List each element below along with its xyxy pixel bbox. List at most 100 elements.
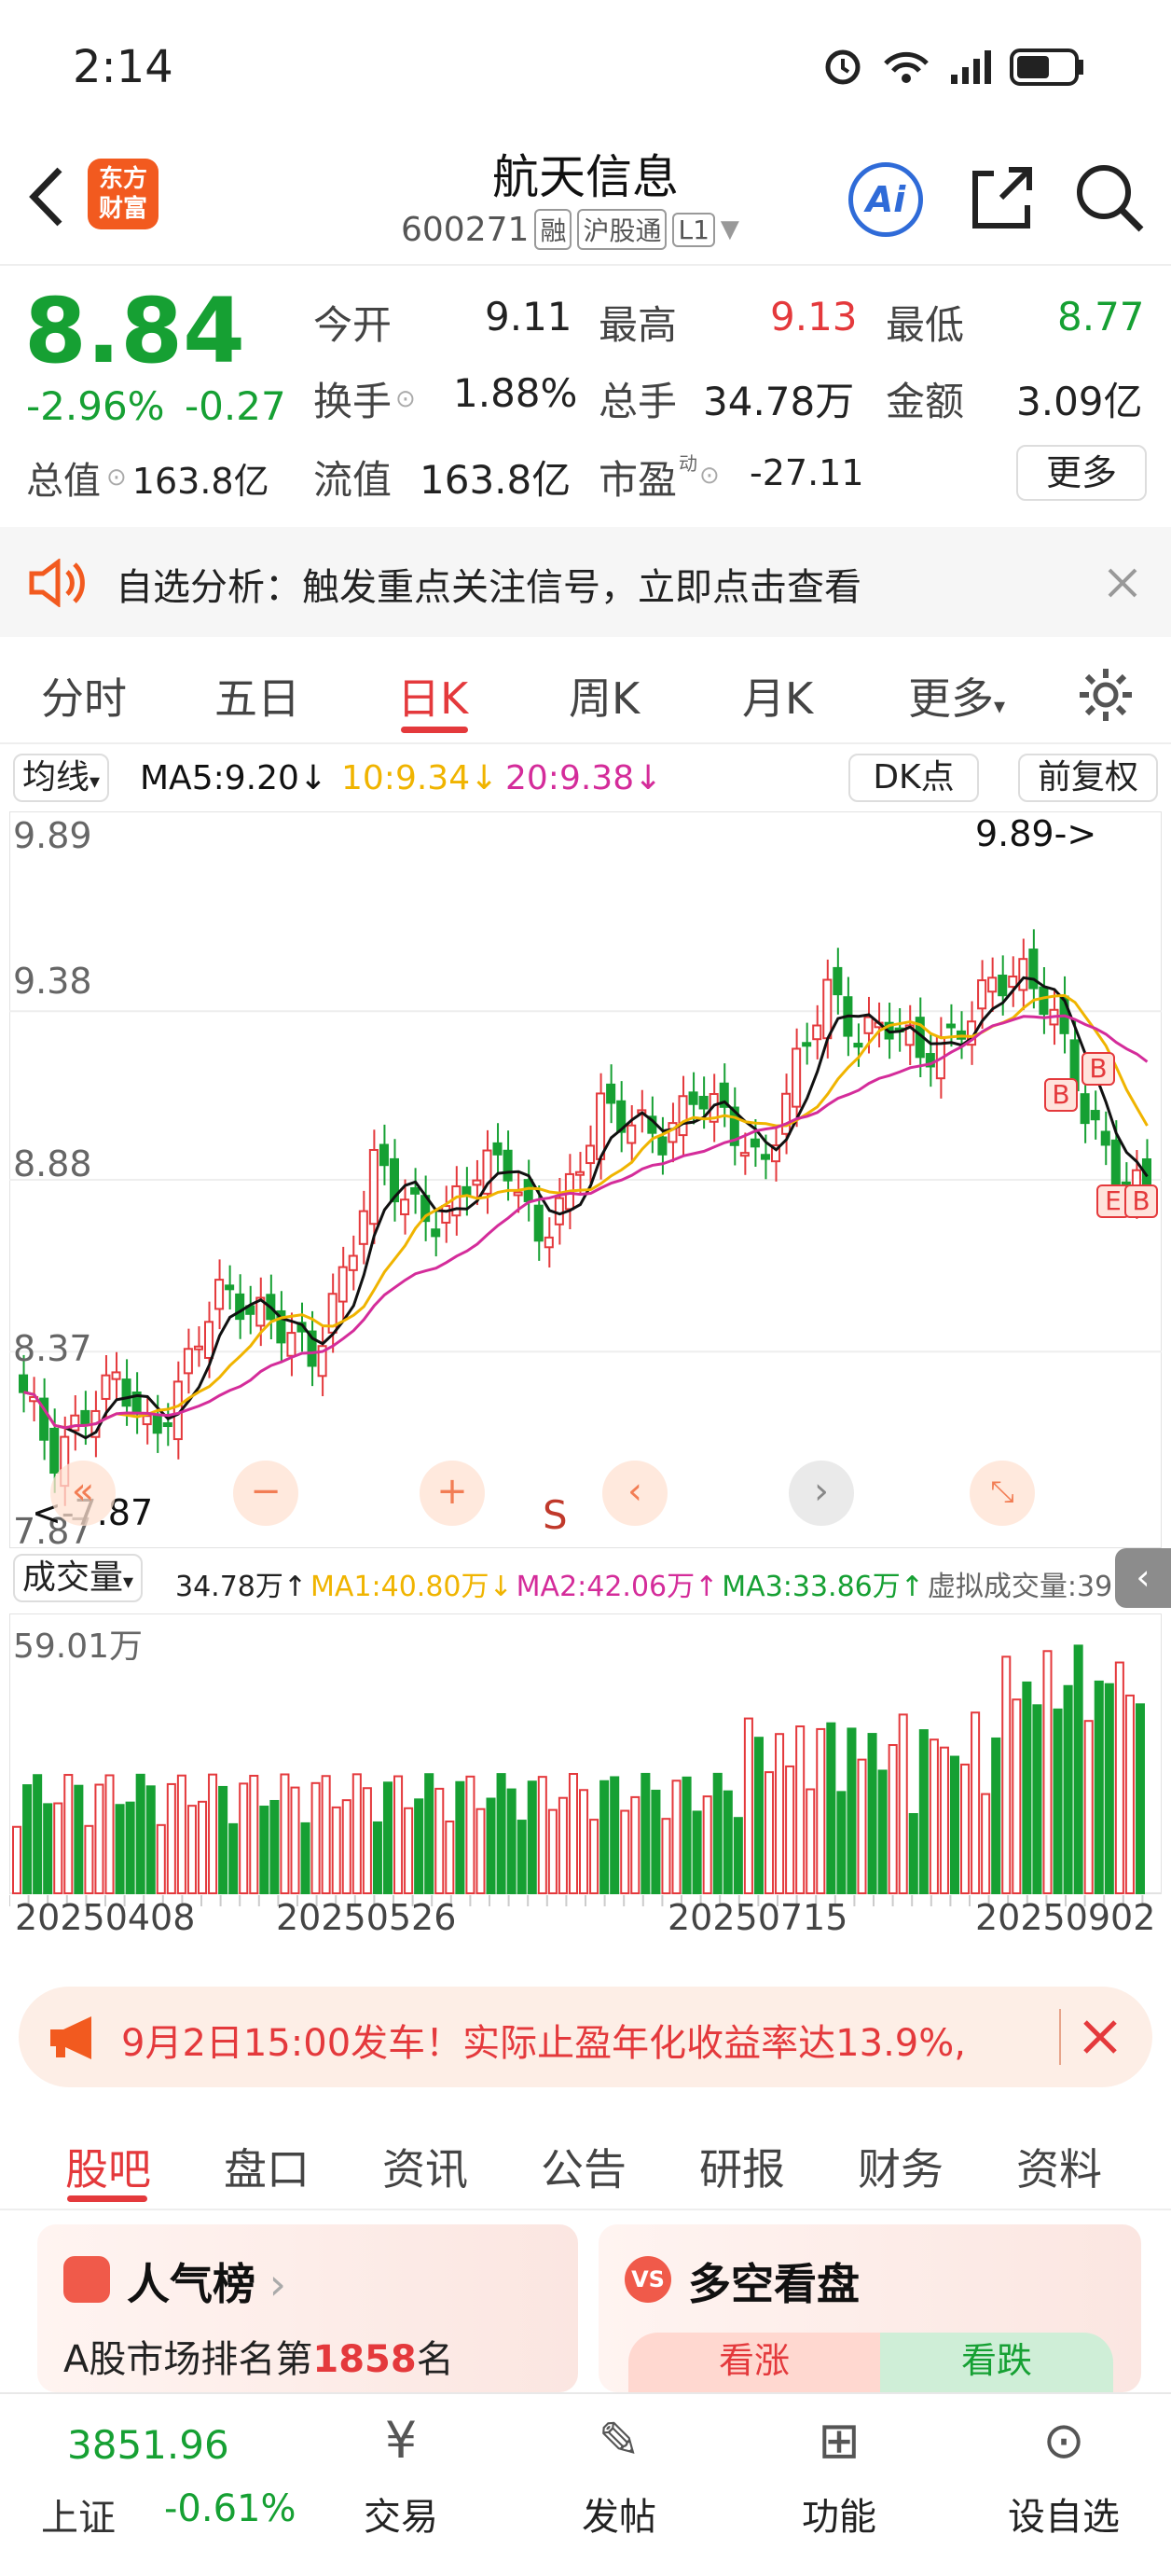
collapse-panel-icon[interactable]: ‹ xyxy=(1115,1548,1171,1608)
y-tick-4: 8.37 xyxy=(13,1328,92,1369)
candle xyxy=(410,1187,420,1195)
ma-legend-row: 均线▾ MA5:9.20↓ 10:9.34↓ 20:9.38↓ DK点 前复权 xyxy=(0,746,1171,811)
stock-code: 600271 xyxy=(401,210,530,249)
ma5-value: MA5:9.20↓ xyxy=(140,759,328,797)
tab-five-day[interactable]: 五日 xyxy=(214,665,300,727)
info-icon[interactable]: ⊙ xyxy=(106,464,127,492)
volume-bar xyxy=(857,1758,867,1894)
tab-weekly-k[interactable]: 周K xyxy=(569,665,640,727)
volume-bar xyxy=(43,1803,53,1894)
prev-icon[interactable]: ‹ xyxy=(602,1461,668,1526)
buy-marker[interactable]: B xyxy=(1044,1078,1078,1112)
volume-bar xyxy=(434,1787,445,1895)
close-icon[interactable] xyxy=(1106,566,1139,600)
buy-marker[interactable]: B xyxy=(1081,1052,1115,1086)
nav-add-watchlist[interactable]: ⊙ 设自选 xyxy=(994,2411,1134,2541)
volume-bar xyxy=(331,1806,341,1895)
yen-cycle-icon: ¥ xyxy=(384,2411,418,2470)
bear-button[interactable]: 看跌 xyxy=(880,2333,1113,2392)
info-icon[interactable]: ⊙ xyxy=(699,462,720,490)
promo-banner[interactable]: 9月2日15:00发车！实际止盈年化收益率达13.9%, xyxy=(19,1987,1152,2087)
volume-bar xyxy=(1135,1703,1145,1895)
volume-bar xyxy=(135,1773,145,1895)
volume-bar xyxy=(929,1738,939,1894)
tab-monthly-k[interactable]: 月K xyxy=(742,665,813,727)
next-icon[interactable]: › xyxy=(789,1461,854,1526)
candle xyxy=(358,1210,368,1245)
rank-text: A股市场排名第1858名 xyxy=(63,2329,454,2383)
kline-chart[interactable]: 9.89 9.38 8.88 8.37 7.87 9.89-> <-7.87 B… xyxy=(9,811,1162,1552)
volume-bar xyxy=(1042,1650,1053,1894)
candle xyxy=(781,1092,792,1135)
zoom-out-icon[interactable]: − xyxy=(233,1461,298,1526)
nav-functions[interactable]: ⊞ 功能 xyxy=(783,2411,895,2541)
volume-bar xyxy=(1104,1683,1114,1894)
tab-more[interactable]: 更多▾ xyxy=(908,665,1005,727)
candle xyxy=(203,1321,214,1359)
nav-post[interactable]: ✎ 发帖 xyxy=(563,2411,675,2541)
volume-bar xyxy=(239,1782,249,1894)
buy-marker[interactable]: B xyxy=(1124,1184,1158,1218)
tab-daily-k[interactable]: 日K xyxy=(397,665,468,727)
tab-finance[interactable]: 财务 xyxy=(858,2136,944,2197)
fullscreen-icon[interactable]: ⤡ xyxy=(970,1461,1035,1526)
tab-news[interactable]: 资讯 xyxy=(382,2136,468,2197)
rank-prefix: A股市场排名第 xyxy=(63,2338,313,2381)
volume-bar xyxy=(393,1775,404,1894)
y-tick-2: 9.38 xyxy=(13,961,92,1002)
scroll-left-fast-icon[interactable]: « xyxy=(50,1461,116,1526)
vol-ma2: MA2:42.06万↑ xyxy=(516,1571,719,1603)
volume-bar xyxy=(63,1774,74,1894)
tab-intraday[interactable]: 分时 xyxy=(41,665,127,727)
volume-bar xyxy=(228,1822,239,1894)
info-icon[interactable]: ⊙ xyxy=(395,385,416,413)
volume-bar xyxy=(465,1775,475,1894)
index-ticker[interactable]: 3851.96 上证 -0.61% xyxy=(15,2394,296,2576)
zoom-in-icon[interactable]: + xyxy=(420,1461,485,1526)
ma-selector[interactable]: 均线▾ xyxy=(13,754,110,802)
tab-announcements[interactable]: 公告 xyxy=(541,2136,627,2197)
volume-bar xyxy=(372,1821,382,1894)
volume-selector[interactable]: 成交量▾ xyxy=(13,1554,144,1602)
tab-profile[interactable]: 资料 xyxy=(1016,2136,1102,2197)
candle xyxy=(19,1374,29,1393)
nav-trade[interactable]: ¥ 交易 xyxy=(345,2411,457,2541)
caret-down-icon: ▾ xyxy=(123,1571,134,1594)
candle xyxy=(1080,1093,1090,1125)
date-label: 20250408 xyxy=(15,1897,196,1938)
volume-bar xyxy=(816,1727,826,1895)
search-icon[interactable] xyxy=(1072,160,1147,235)
volume-bar xyxy=(847,1727,857,1895)
nav-trade-label: 交易 xyxy=(364,2496,438,2539)
volume-bar xyxy=(424,1773,434,1895)
volume-bar xyxy=(579,1789,589,1894)
ai-button[interactable]: Ai xyxy=(848,162,923,237)
dk-point-button[interactable]: DK点 xyxy=(848,754,979,802)
popularity-card[interactable]: 人气榜 › A股市场排名第1858名 xyxy=(37,2224,578,2392)
bull-button[interactable]: 看涨 xyxy=(628,2333,880,2392)
amount-value: 3.09亿 xyxy=(1016,379,1143,424)
candle xyxy=(792,1047,802,1108)
volume-bar xyxy=(517,1820,527,1894)
sell-marker[interactable]: S xyxy=(543,1492,568,1538)
share-icon[interactable] xyxy=(966,162,1037,233)
tab-research[interactable]: 研报 xyxy=(699,2136,785,2197)
more-circle-icon: ⊙ xyxy=(1042,2411,1085,2470)
vol-ma1-text: MA1:40.80万 xyxy=(310,1571,489,1603)
bull-bear-card[interactable]: VS 多空看盘 看涨 看跌 xyxy=(599,2224,1141,2392)
tab-indicator xyxy=(401,727,468,733)
volume-bar xyxy=(568,1773,578,1894)
tab-pankou[interactable]: 盘口 xyxy=(224,2136,310,2197)
volume-bar xyxy=(104,1774,115,1894)
fuquan-button[interactable]: 前复权 xyxy=(1018,754,1158,802)
pe-label: 市盈 xyxy=(599,457,678,503)
notice-bar[interactable]: 自选分析：触发重点关注信号，立即点击查看 xyxy=(0,527,1171,637)
more-button[interactable]: 更多 xyxy=(1016,445,1147,501)
candle xyxy=(533,1204,544,1242)
tab-guba[interactable]: 股吧 xyxy=(65,2136,151,2197)
chevron-down-icon[interactable]: ▼ xyxy=(721,215,739,243)
vol-ma1: MA1:40.80万↓ xyxy=(310,1571,513,1603)
volume-legend: 34.78万↑ MA1:40.80万↓ MA2:42.06万↑ MA3:33.8… xyxy=(175,1563,1171,1604)
close-icon[interactable] xyxy=(1081,2018,1119,2056)
gear-icon[interactable] xyxy=(1076,665,1136,725)
